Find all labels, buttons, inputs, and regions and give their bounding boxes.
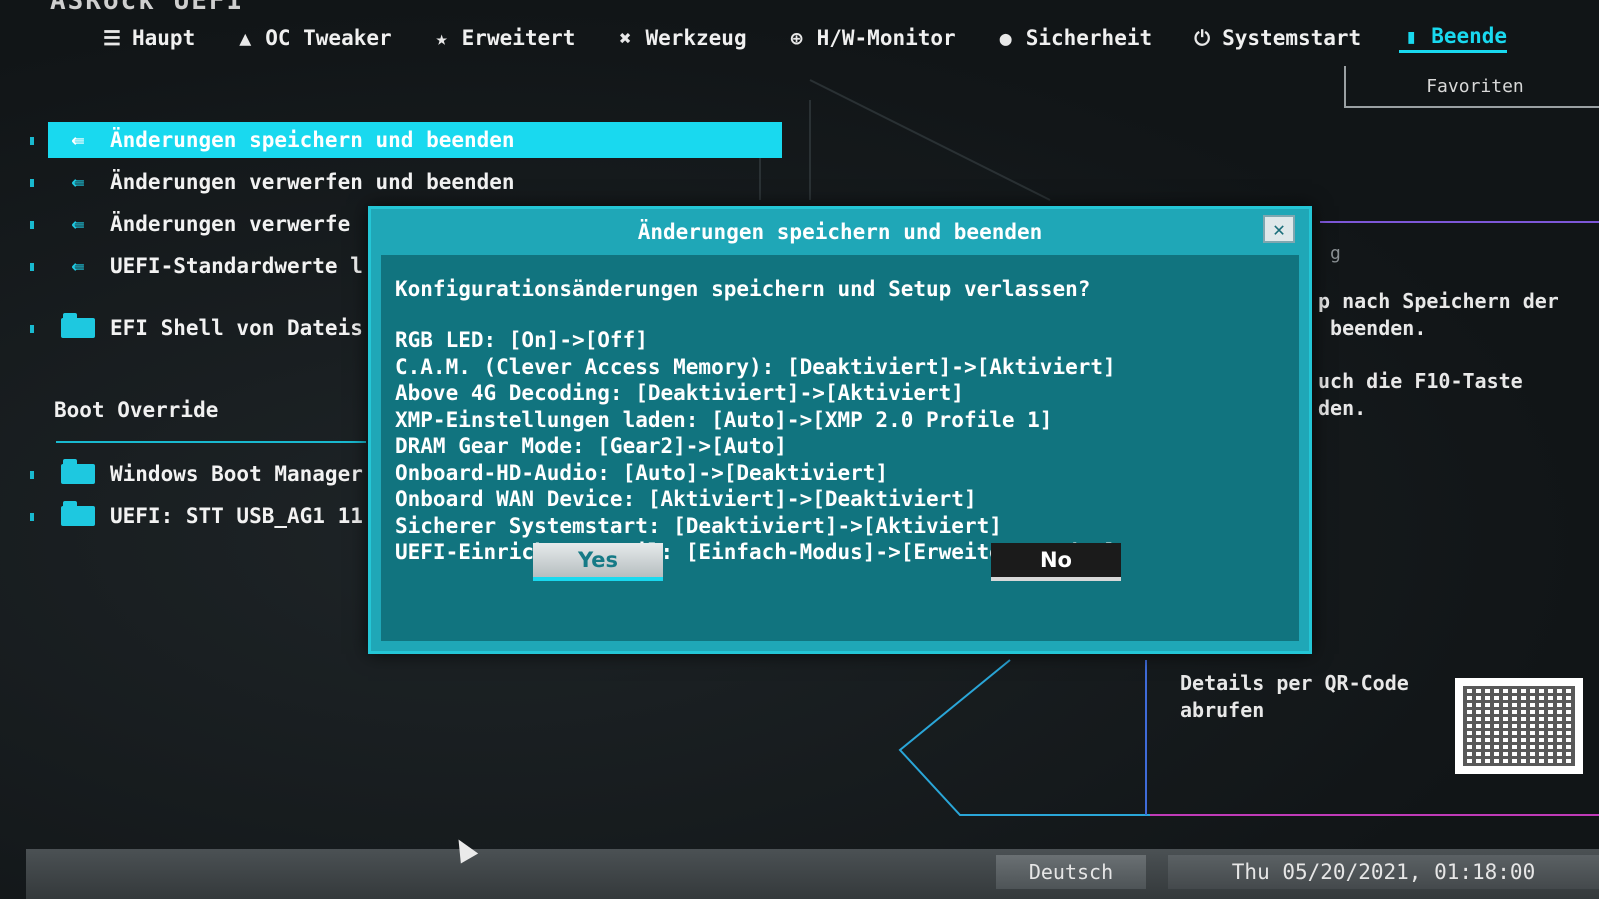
changes-list: RGB LED: [On]->[Off] C.A.M. (Clever Acce… bbox=[395, 327, 1285, 566]
qr-code-label: Details per QR-Code abrufen bbox=[1180, 671, 1409, 722]
tab-hw-monitor[interactable]: ⊕ H/W-Monitor bbox=[785, 26, 956, 50]
tab-oc-tweaker[interactable]: ▲ OC Tweaker bbox=[233, 26, 391, 50]
menu-bullet bbox=[30, 513, 34, 521]
star-icon: ★ bbox=[435, 26, 448, 50]
folder-icon bbox=[60, 501, 96, 529]
change-item: DRAM Gear Mode: [Gear2]->[Auto] bbox=[395, 434, 787, 458]
help-header: g bbox=[1330, 243, 1341, 264]
monitor-icon: ⊕ bbox=[790, 26, 803, 50]
change-item: Onboard WAN Device: [Aktiviert]->[Deakti… bbox=[395, 487, 977, 511]
tab-werkzeug[interactable]: ✖ Werkzeug bbox=[613, 26, 746, 50]
tab-haupt[interactable]: ☰ Haupt bbox=[100, 26, 195, 50]
top-navigation: ☰ Haupt ▲ OC Tweaker ★ Erweitert ✖ Werkzeug … bbox=[100, 18, 1599, 58]
boot-override-list: Windows Boot Manager UEFI: STT USB_AG1 1… bbox=[30, 456, 363, 540]
qr-code bbox=[1455, 678, 1583, 774]
brand-logo: ASRock UEFI bbox=[50, 0, 245, 16]
tab-erweitert[interactable]: ★ Erweitert bbox=[430, 26, 576, 50]
exit-icon: ▮ bbox=[1405, 23, 1418, 48]
help-text-2: uch die F10-Taste den. bbox=[1318, 369, 1523, 420]
boot-item-usb[interactable]: UEFI: STT USB_AG1 11 bbox=[30, 498, 363, 534]
menu-bullet bbox=[30, 471, 34, 479]
menu-discard-and-exit[interactable]: ⇚ Änderungen verwerfen und beenden bbox=[30, 164, 790, 200]
folder-icon bbox=[60, 459, 96, 487]
rocket-icon: ▲ bbox=[239, 26, 252, 50]
change-item: XMP-Einstellungen laden: [Auto]->[XMP 2.… bbox=[395, 407, 1053, 432]
dialog-question: Konfigurationsänderungen speichern und S… bbox=[395, 277, 1091, 301]
menu-bullet bbox=[30, 137, 34, 145]
folder-icon bbox=[60, 313, 96, 341]
power-icon: ⏻ bbox=[1194, 26, 1211, 50]
exit-door-icon: ⇚ bbox=[71, 211, 85, 237]
change-item: Above 4G Decoding: [Deaktiviert]->[Aktiv… bbox=[395, 381, 964, 405]
date-time: Thu 05/20/2021, 01:18:00 bbox=[1168, 855, 1599, 889]
boot-item-windows[interactable]: Windows Boot Manager bbox=[30, 456, 363, 492]
shield-icon: ● bbox=[999, 26, 1012, 50]
close-icon[interactable]: ✕ bbox=[1263, 215, 1295, 243]
menu-save-and-exit[interactable]: ⇚ Änderungen speichern und beenden bbox=[30, 122, 790, 158]
save-exit-dialog: Änderungen speichern und beenden ✕ Konfi… bbox=[368, 206, 1312, 654]
list-icon: ☰ bbox=[103, 26, 121, 50]
tab-systemstart[interactable]: ⏻ Systemstart bbox=[1190, 26, 1361, 50]
help-text-1: p nach Speichern der beenden. bbox=[1318, 289, 1559, 340]
dialog-body: Konfigurationsänderungen speichern und S… bbox=[381, 255, 1299, 641]
boot-override-title: Boot Override bbox=[54, 398, 219, 422]
exit-door-icon: ⇚ bbox=[71, 127, 85, 153]
yes-button[interactable]: Yes bbox=[533, 543, 663, 581]
favorites-button[interactable]: Favoriten bbox=[1344, 66, 1599, 108]
menu-bullet bbox=[30, 263, 34, 271]
language-selector[interactable]: Deutsch bbox=[996, 855, 1146, 889]
change-item: C.A.M. (Clever Access Memory): [Deaktivi… bbox=[395, 354, 1116, 379]
tools-icon: ✖ bbox=[619, 26, 632, 50]
change-item: Onboard-HD-Audio: [Auto]->[Deaktiviert] bbox=[395, 460, 889, 485]
tab-sicherheit[interactable]: ● Sicherheit bbox=[994, 26, 1152, 50]
exit-door-icon: ⇚ bbox=[71, 253, 85, 279]
dialog-title: Änderungen speichern und beenden bbox=[637, 220, 1043, 244]
menu-bullet bbox=[30, 179, 34, 187]
exit-door-icon: ⇚ bbox=[71, 169, 85, 195]
menu-bullet bbox=[30, 325, 34, 333]
menu-bullet bbox=[30, 221, 34, 229]
section-divider bbox=[56, 441, 366, 443]
change-item: Sicherer Systemstart: [Deaktiviert]->[Ak… bbox=[395, 513, 1002, 538]
change-item: RGB LED: [On]->[Off] bbox=[395, 328, 648, 352]
change-item: UEFI-Einrichtungsstil: [Einfach-Modus]->… bbox=[395, 540, 1116, 564]
tab-beenden[interactable]: ▮ Beende bbox=[1399, 23, 1508, 53]
no-button[interactable]: No bbox=[991, 543, 1121, 581]
